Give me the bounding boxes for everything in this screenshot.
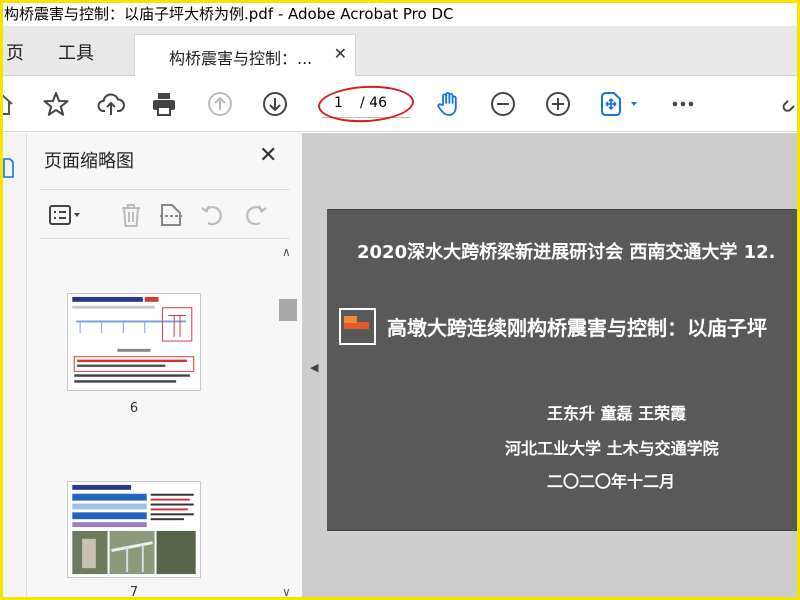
navigation-pane-strip: [0, 133, 27, 600]
upload-cloud-icon[interactable]: [95, 88, 127, 120]
title-bar: 构桥震害与控制：以庙子坪大桥为例.pdf - Adobe Acrobat Pro…: [0, 0, 800, 26]
thumbnail-image: [68, 482, 200, 577]
zoom-in-icon[interactable]: [542, 88, 574, 120]
page-thumbnail[interactable]: [67, 481, 201, 578]
page-thumbnails-panel: 页面缩略图 ✕ 6 7 ∧ ∨: [27, 133, 303, 600]
slide-date: 二〇二〇年十二月: [547, 472, 676, 491]
page-thumbnail[interactable]: [67, 293, 201, 391]
scroll-down-icon[interactable]: ∨: [282, 585, 291, 599]
next-page-icon[interactable]: [259, 88, 291, 120]
print-icon[interactable]: [148, 88, 180, 120]
thumbnail-options-icon[interactable]: [46, 200, 86, 230]
tab-home[interactable]: 页: [6, 39, 24, 65]
zoom-out-icon[interactable]: [487, 88, 519, 120]
page-thumbnails-nav-icon[interactable]: [2, 157, 14, 179]
slide-title: 高墩大跨连续刚构桥震害与控制：以庙子坪: [387, 316, 767, 340]
tab-bar: 页 工具 构桥震害与控制：... ✕: [0, 26, 800, 76]
scroll-up-icon[interactable]: ∧: [282, 245, 291, 259]
crop-icon[interactable]: [156, 200, 186, 230]
document-view[interactable]: ◀ 2020深水大跨桥梁新进展研讨会 西南交通大学 12. 高墩大跨连续刚构桥震…: [303, 133, 800, 600]
thumbnail-scrollbar[interactable]: ∧ ∨: [279, 245, 297, 600]
tab-tools[interactable]: 工具: [58, 39, 94, 65]
previous-page-icon[interactable]: [204, 88, 236, 120]
fit-page-icon[interactable]: [597, 88, 643, 120]
tab-close-icon[interactable]: ✕: [334, 44, 347, 63]
delete-icon[interactable]: [116, 200, 146, 230]
home-icon[interactable]: [0, 88, 18, 120]
rotate-right-icon[interactable]: [240, 200, 270, 230]
more-icon[interactable]: [667, 88, 699, 120]
scroll-thumb[interactable]: [279, 299, 297, 321]
panel-close-icon[interactable]: ✕: [259, 143, 277, 168]
tab-document[interactable]: 构桥震害与控制：... ✕: [134, 34, 356, 76]
slide-authors: 王东升 童磊 王荣霞: [547, 404, 687, 423]
collapse-panel-icon[interactable]: ◀: [310, 361, 318, 374]
slide-header: 2020深水大跨桥梁新进展研讨会 西南交通大学 12.: [357, 242, 776, 263]
thumbnail-page-number: 6: [129, 401, 139, 416]
tab-document-label: 构桥震害与控制：...: [169, 49, 313, 68]
page-navigator: 1 / 46: [317, 83, 415, 125]
link-icon[interactable]: [780, 88, 800, 120]
window-title: 构桥震害与控制：以庙子坪大桥为例.pdf - Adobe Acrobat Pro…: [4, 5, 454, 23]
hand-tool-icon[interactable]: [432, 88, 464, 120]
thumbnail-image: [68, 294, 200, 390]
slide-page: 2020深水大跨桥梁新进展研讨会 西南交通大学 12. 高墩大跨连续刚构桥震害与…: [327, 209, 800, 531]
bookmark-star-icon[interactable]: [40, 88, 72, 120]
thumbnail-page-number: 7: [129, 585, 139, 600]
toolbar: 1 / 46: [0, 76, 800, 132]
slide-logo-icon: [339, 308, 376, 345]
rotate-left-icon[interactable]: [198, 200, 228, 230]
slide-institution: 河北工业大学 土木与交通学院: [505, 439, 719, 458]
panel-title: 页面缩略图: [44, 151, 134, 172]
thumbnail-toolbar: [40, 189, 290, 239]
